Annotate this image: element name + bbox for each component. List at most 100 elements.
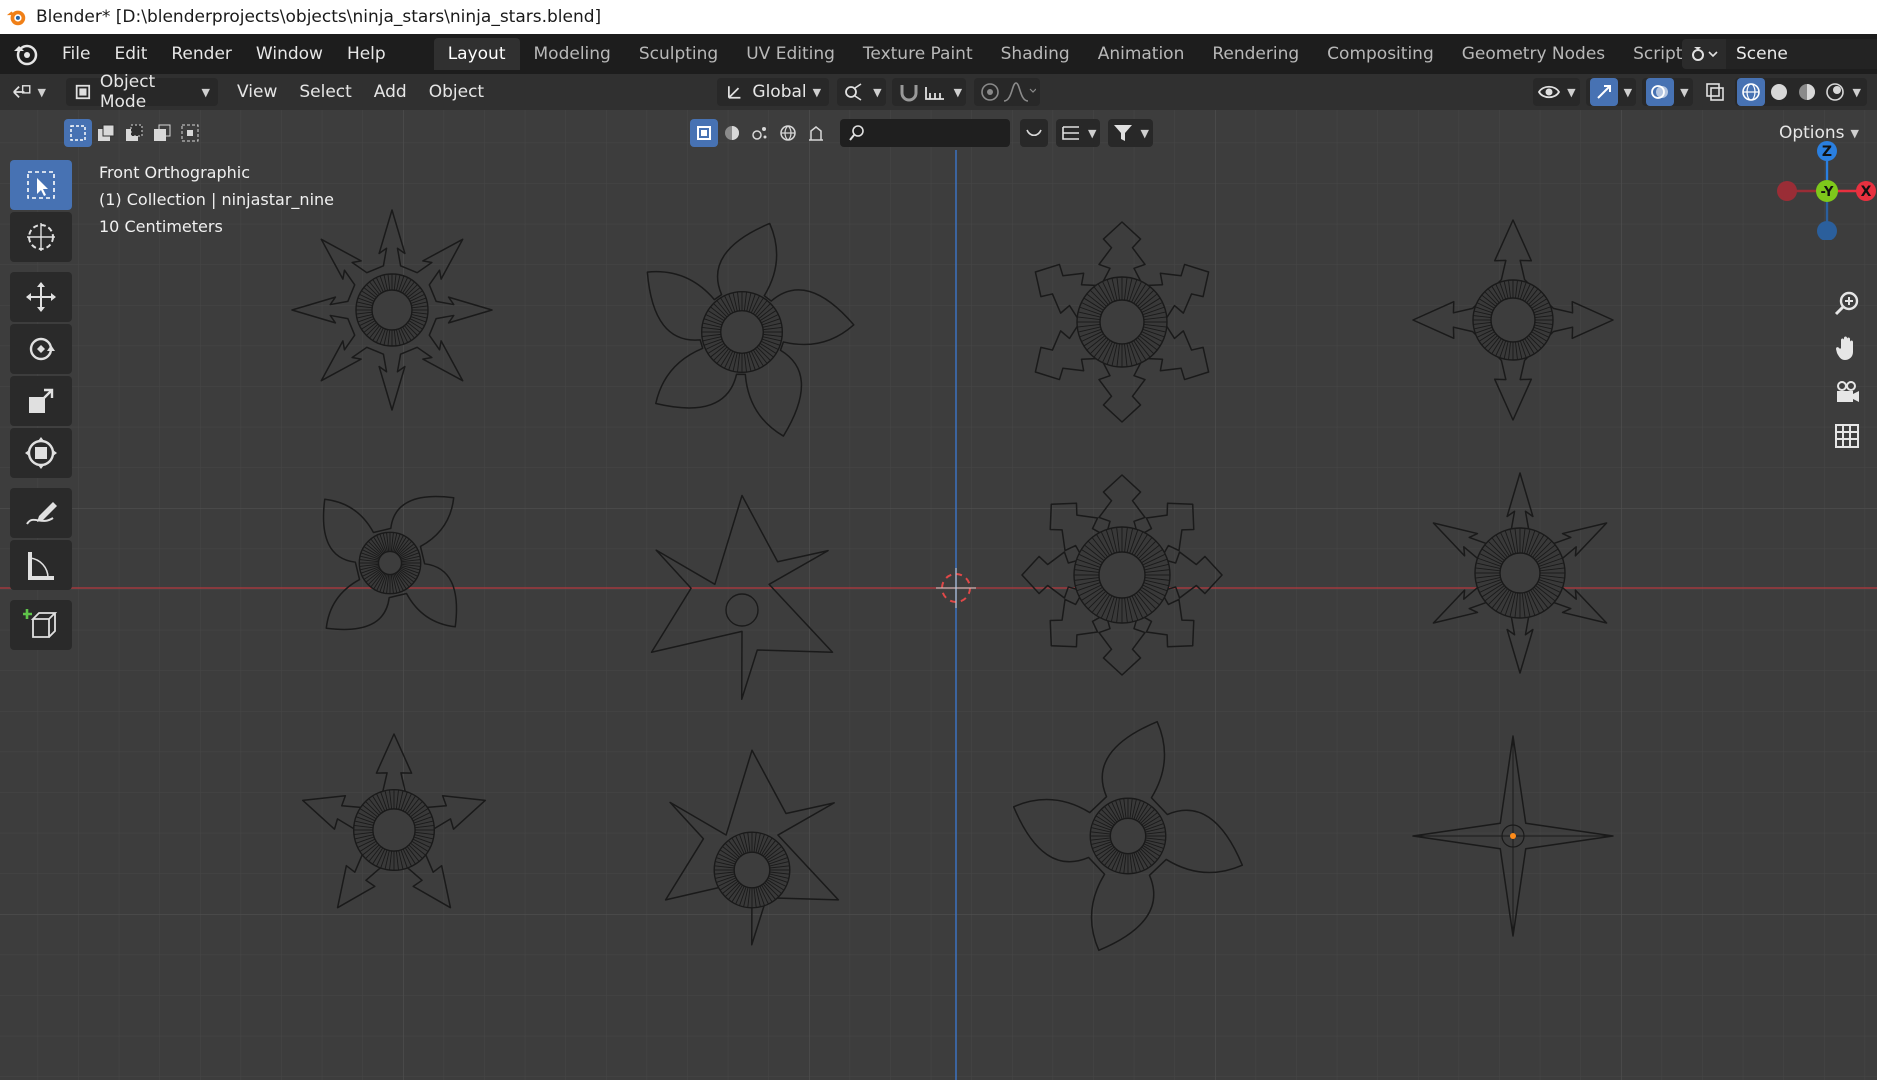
overlays-toggle[interactable]: ▼ — [1642, 78, 1693, 106]
tab-texture-paint[interactable]: Texture Paint — [849, 38, 987, 70]
select-intersect-icon[interactable] — [176, 119, 204, 147]
shading-modes[interactable]: ▼ — [1734, 78, 1867, 106]
funnel-icon — [1114, 125, 1133, 141]
solid-shading-icon[interactable] — [1765, 78, 1793, 106]
wireframe-shading-icon[interactable] — [1736, 78, 1765, 106]
camera-view-icon[interactable] — [1831, 376, 1863, 408]
menu-object[interactable]: Object — [418, 82, 495, 102]
measure-tool[interactable] — [10, 540, 72, 590]
annotate-pencil-icon — [26, 502, 57, 525]
select-invert-icon[interactable] — [148, 119, 176, 147]
svg-text:-Y: -Y — [1821, 185, 1834, 200]
blender-menu-icon[interactable] — [12, 40, 40, 68]
scene-selector[interactable]: Scene — [1682, 37, 1877, 71]
tab-layout[interactable]: Layout — [433, 38, 520, 70]
annotate-tool[interactable] — [10, 488, 72, 538]
gizmo-toggle[interactable]: ▼ — [1585, 78, 1637, 106]
svg-text:X: X — [1861, 184, 1872, 200]
rotate-tool[interactable] — [10, 324, 72, 374]
3d-viewport[interactable]: ▼ ▼ Options ▼ Front Orthographic (1) Col… — [0, 110, 1877, 1080]
editor-type-dropdown[interactable]: ▼ — [6, 78, 52, 106]
ortho-grid-icon[interactable] — [1831, 420, 1863, 452]
svg-text:Z: Z — [1822, 144, 1832, 160]
chevron-down-icon: ▼ — [953, 85, 963, 99]
list-tree-icon — [1062, 126, 1079, 140]
search-input[interactable] — [840, 119, 1010, 147]
viewport-canvas[interactable] — [0, 110, 1877, 1080]
tab-modeling[interactable]: Modeling — [520, 38, 625, 70]
pivot-icon — [845, 83, 862, 101]
chevron-down-icon: ▼ — [1623, 85, 1633, 99]
grid-scale-label: 10 Centimeters — [99, 217, 223, 236]
filter-particles-icon[interactable] — [746, 119, 774, 147]
tab-sculpting[interactable]: Sculpting — [625, 38, 732, 70]
tab-uv-editing[interactable]: UV Editing — [732, 38, 849, 70]
filter-object-icon[interactable] — [690, 119, 718, 147]
menu-select[interactable]: Select — [288, 82, 362, 102]
cursor-icon — [27, 223, 55, 251]
menu-help[interactable]: Help — [335, 44, 398, 64]
tab-animation[interactable]: Animation — [1084, 38, 1199, 70]
rendered-shading-icon[interactable] — [1821, 78, 1849, 106]
tab-geometry-nodes[interactable]: Geometry Nodes — [1448, 38, 1619, 70]
select-subtract-icon[interactable] — [120, 119, 148, 147]
visibility-dropdown[interactable]: ▼ — [1533, 78, 1580, 106]
gizmo-neg-x-icon[interactable] — [1777, 181, 1797, 201]
transform-orientation-dropdown[interactable]: Global ▼ — [717, 78, 830, 106]
pan-hand-icon[interactable] — [1831, 332, 1863, 364]
search-icon — [849, 125, 864, 141]
add-cube-tool[interactable] — [10, 600, 72, 650]
measure-ruler-icon — [28, 552, 54, 580]
scene-icon[interactable] — [1682, 39, 1726, 69]
move-icon — [26, 282, 56, 312]
pivot-point-dropdown[interactable]: ▼ — [837, 78, 886, 106]
gizmo-neg-z-icon[interactable] — [1817, 221, 1837, 240]
tab-compositing[interactable]: Compositing — [1313, 38, 1448, 70]
xray-toggle-icon[interactable] — [1701, 78, 1729, 106]
transform-tool[interactable] — [10, 428, 72, 478]
gizmo-x-icon[interactable]: X — [1856, 181, 1876, 201]
editor-type-icon — [13, 85, 31, 98]
menu-window[interactable]: Window — [244, 44, 335, 64]
chevron-down-icon: ▼ — [1088, 126, 1097, 140]
material-shading-icon[interactable] — [1793, 78, 1821, 106]
add-cube-icon — [23, 609, 58, 638]
gizmo-icon[interactable] — [1589, 78, 1618, 106]
display-mode-dropdown[interactable]: ▼ — [1056, 119, 1101, 147]
cursor-tool[interactable] — [10, 212, 72, 262]
menu-add[interactable]: Add — [363, 82, 418, 102]
scale-icon — [29, 388, 54, 413]
menu-edit[interactable]: Edit — [102, 44, 159, 64]
filter-dropdown[interactable]: ▼ — [1108, 119, 1153, 147]
navigation-gizmo[interactable]: Z X -Y — [1757, 130, 1877, 240]
restrict-toggle-icon[interactable] — [1020, 119, 1048, 147]
gizmo-neg-y-icon[interactable]: -Y — [1816, 180, 1838, 202]
zoom-icon[interactable] — [1831, 288, 1863, 320]
filter-world-icon[interactable] — [774, 119, 802, 147]
menu-file[interactable]: File — [50, 44, 102, 64]
filter-material-icon[interactable] — [718, 119, 746, 147]
tab-shading[interactable]: Shading — [987, 38, 1084, 70]
snap-controls[interactable]: ▼ — [891, 78, 967, 106]
scene-name[interactable]: Scene — [1726, 39, 1877, 69]
move-tool[interactable] — [10, 272, 72, 322]
snap-magnet-icon[interactable] — [896, 81, 922, 103]
tab-rendering[interactable]: Rendering — [1198, 38, 1313, 70]
tool-shelf — [10, 160, 74, 652]
proportional-edit-controls[interactable] — [974, 78, 1041, 106]
snap-increment-icon[interactable] — [922, 81, 948, 103]
select-box-tool[interactable] — [10, 160, 72, 210]
proportional-edit-icon[interactable] — [978, 81, 1002, 103]
select-new-icon[interactable] — [64, 119, 92, 147]
select-extend-icon[interactable] — [92, 119, 120, 147]
scale-tool[interactable] — [10, 376, 72, 426]
mode-dropdown[interactable]: Object Mode ▼ — [66, 72, 218, 112]
falloff-curve-icon[interactable] — [1002, 81, 1037, 103]
menu-render[interactable]: Render — [159, 44, 244, 64]
gizmo-z-icon[interactable]: Z — [1817, 141, 1837, 161]
menu-view[interactable]: View — [226, 82, 288, 102]
overlays-icon[interactable] — [1646, 78, 1675, 106]
view-name-label: Front Orthographic — [99, 163, 251, 182]
select-box-icon — [27, 171, 55, 199]
filter-scene-icon[interactable] — [802, 119, 830, 147]
